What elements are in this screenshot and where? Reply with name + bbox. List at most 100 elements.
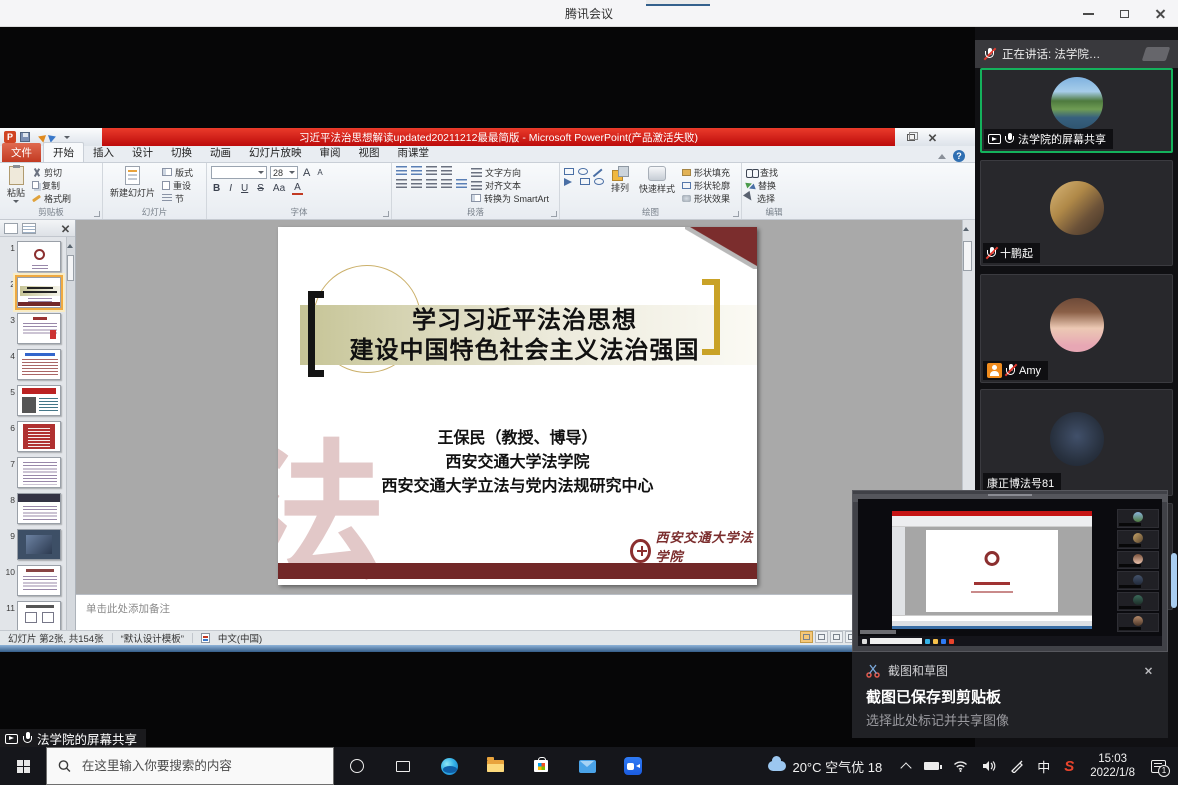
sidebar-scrollbar-thumb[interactable] — [1171, 553, 1177, 608]
participant-tile[interactable]: Amy — [980, 274, 1173, 383]
cut-button[interactable]: 剪切 — [32, 166, 71, 178]
redo-icon[interactable] — [48, 131, 61, 142]
search-input[interactable] — [80, 758, 322, 774]
change-case-button[interactable]: Aa — [271, 183, 287, 194]
shape-ellipse-icon[interactable] — [578, 168, 588, 175]
align-center-icon[interactable] — [411, 179, 422, 188]
slide-thumbnail-9[interactable]: 9 — [2, 529, 66, 560]
strikethrough-button[interactable]: S — [255, 183, 266, 194]
edge-button[interactable] — [426, 747, 472, 785]
close-button[interactable] — [1142, 0, 1178, 27]
shape-line-icon[interactable] — [593, 169, 602, 177]
volume-control[interactable] — [975, 747, 1003, 785]
slide-canvas[interactable]: 学习习近平法治思想 建设中国特色社会主义法治强国 法 王保民（教授、博导） 西安… — [76, 220, 962, 594]
text-direction-button[interactable]: 文字方向 — [471, 166, 549, 178]
undo-icon[interactable] — [33, 131, 46, 142]
slide-thumbnail-6[interactable]: 6 — [2, 421, 66, 452]
format-painter-button[interactable]: 格式刷 — [32, 192, 71, 204]
find-button[interactable]: 查找 — [746, 166, 778, 178]
minimize-button[interactable] — [1070, 0, 1106, 27]
columns-icon[interactable] — [456, 179, 467, 188]
font-size-select[interactable]: 28 — [270, 166, 298, 179]
slide-thumbnail-4[interactable]: 4 — [2, 349, 66, 380]
shape-box-icon[interactable] — [580, 178, 590, 185]
maximize-button[interactable] — [1106, 0, 1142, 27]
tab-insert[interactable]: 插入 — [84, 143, 123, 162]
reading-view-button[interactable] — [830, 631, 843, 643]
slides-tab-icon[interactable] — [4, 223, 18, 234]
tab-animations[interactable]: 动画 — [201, 143, 240, 162]
shape-outline-button[interactable]: 形状轮廓 — [682, 179, 730, 191]
ink-workspace-button[interactable] — [1003, 747, 1030, 785]
save-icon[interactable] — [20, 132, 30, 142]
shrink-font-button[interactable]: A — [315, 168, 324, 177]
notification-toast[interactable]: 截图和草图 截图已保存到剪贴板 选择此处标记并共享图像 — [852, 652, 1168, 738]
slide-thumbnail-7[interactable]: 7 — [2, 457, 66, 488]
cortana-button[interactable] — [334, 747, 380, 785]
meeting-app-button[interactable] — [610, 747, 656, 785]
normal-view-button[interactable] — [800, 631, 813, 643]
sogou-ime-icon[interactable]: S — [1057, 747, 1081, 785]
reset-button[interactable]: 重设 — [162, 179, 193, 191]
taskbar-clock[interactable]: 15:03 2022/1/8 — [1081, 752, 1144, 781]
participant-tile[interactable]: 康正博法号81 — [980, 389, 1173, 496]
bold-button[interactable]: B — [211, 183, 222, 194]
italic-button[interactable]: I — [227, 183, 234, 194]
drawing-dialog-launcher-icon[interactable] — [733, 211, 739, 217]
tab-review[interactable]: 审阅 — [311, 143, 350, 162]
copy-button[interactable]: 复制 — [32, 179, 71, 191]
outline-tab-icon[interactable] — [22, 223, 36, 234]
slide-thumbnail-2-selected[interactable]: 2 — [2, 277, 66, 308]
section-button[interactable]: 节 — [162, 192, 193, 204]
slide-thumbnail-10[interactable]: 10 — [2, 565, 66, 596]
font-name-select[interactable] — [211, 166, 267, 179]
tab-transitions[interactable]: 切换 — [162, 143, 201, 162]
paragraph-dialog-launcher-icon[interactable] — [551, 211, 557, 217]
task-view-button[interactable] — [380, 747, 426, 785]
qat-dropdown-icon[interactable] — [64, 136, 70, 139]
notification-subtitle[interactable]: 选择此处标记并共享图像 — [852, 707, 1168, 729]
status-language[interactable]: 中文(中国) — [218, 631, 262, 645]
slide-thumbnail-11[interactable]: 11 — [2, 601, 66, 630]
align-text-button[interactable]: 对齐文本 — [471, 179, 549, 191]
minimize-ribbon-icon[interactable] — [938, 154, 946, 159]
slide-thumbnail-1[interactable]: 1 — [2, 241, 66, 272]
slide[interactable]: 学习习近平法治思想 建设中国特色社会主义法治强国 法 王保民（教授、博导） 西安… — [278, 227, 757, 585]
tab-rain-classroom[interactable]: 雨课堂 — [389, 143, 439, 162]
meeting-toolbar-tab[interactable] — [646, 0, 710, 6]
shape-fill-button[interactable]: 形状填充 — [682, 166, 730, 178]
tab-design[interactable]: 设计 — [123, 143, 162, 162]
taskbar-search[interactable] — [46, 747, 334, 785]
select-button[interactable]: 选择 — [746, 192, 775, 204]
bullets-icon[interactable] — [396, 166, 407, 175]
help-icon[interactable]: ? — [953, 150, 965, 162]
align-right-icon[interactable] — [426, 179, 437, 188]
participant-tile[interactable]: 十鹏起 — [980, 160, 1173, 266]
tray-expand-button[interactable] — [895, 747, 917, 785]
slide-sorter-view-button[interactable] — [815, 631, 828, 643]
slide-thumbnail-8[interactable]: 8 — [2, 493, 66, 524]
action-center-button[interactable]: 1 — [1144, 747, 1178, 785]
store-button[interactable] — [518, 747, 564, 785]
tab-home[interactable]: 开始 — [43, 142, 84, 162]
notes-pane[interactable]: 单击此处添加备注 — [76, 594, 962, 630]
layout-button[interactable]: 版式 — [162, 166, 193, 178]
ppt-close-icon[interactable] — [928, 133, 937, 142]
arrange-button[interactable]: 排列 — [608, 166, 632, 194]
justify-icon[interactable] — [441, 179, 452, 188]
replace-button[interactable]: 替换 — [746, 179, 776, 191]
quick-styles-button[interactable]: 快速样式 — [636, 166, 678, 195]
network-status[interactable] — [946, 747, 975, 785]
font-color-button[interactable]: A — [292, 182, 303, 195]
participant-tile-sharer[interactable]: 法学院的屏幕共享 — [980, 68, 1173, 153]
battery-status[interactable] — [917, 747, 946, 785]
thumbnail-scrollbar[interactable] — [66, 237, 75, 630]
align-left-icon[interactable] — [396, 179, 407, 188]
underline-button[interactable]: U — [239, 183, 250, 194]
indent-increase-icon[interactable] — [441, 166, 452, 175]
shape-effects-button[interactable]: 形状效果 — [682, 192, 730, 204]
screenshot-preview-window[interactable] — [852, 490, 1168, 652]
tab-view[interactable]: 视图 — [350, 143, 389, 162]
powerpoint-logo-icon[interactable]: P — [4, 131, 16, 143]
tab-file[interactable]: 文件 — [2, 143, 41, 162]
